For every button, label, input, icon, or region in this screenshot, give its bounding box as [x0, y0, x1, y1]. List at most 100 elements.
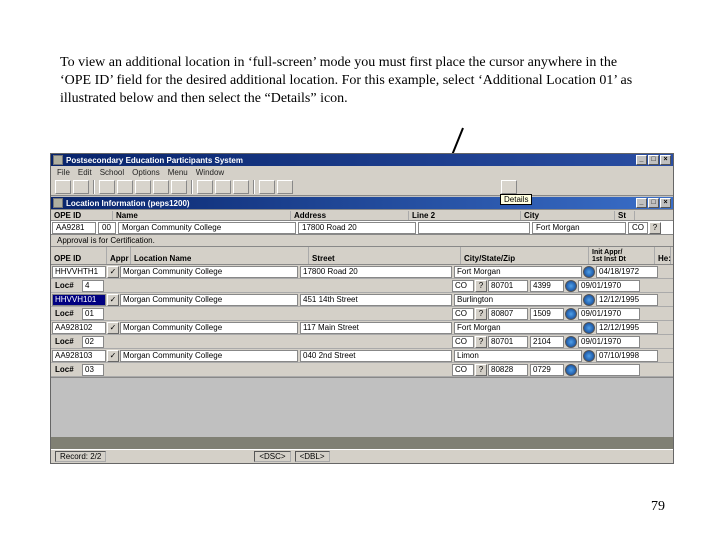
toolbar-btn-2[interactable] — [73, 180, 89, 194]
globe-icon[interactable] — [583, 266, 595, 278]
loc-number-field[interactable]: 01 — [82, 308, 104, 320]
menu-edit[interactable]: Edit — [78, 168, 92, 177]
zip-lookup-button[interactable]: ? — [649, 222, 661, 234]
zip2-field[interactable]: 4399 — [530, 280, 564, 292]
state-field[interactable]: CO — [452, 280, 474, 292]
globe-icon-2[interactable] — [565, 280, 577, 292]
init-appr-date[interactable]: 07/10/1998 — [596, 350, 658, 362]
globe-icon-2[interactable] — [565, 308, 577, 320]
zip2-field[interactable]: 1509 — [530, 308, 564, 320]
city-field[interactable]: Fort Morgan — [454, 266, 582, 278]
ope-id-field[interactable]: HHVVHTH1 — [52, 266, 106, 278]
zip-help-button[interactable]: ? — [475, 280, 487, 292]
toolbar-btn-1[interactable] — [55, 180, 71, 194]
init-appr-date[interactable]: 12/12/1995 — [596, 294, 658, 306]
top-branch[interactable]: 00 — [98, 222, 116, 234]
top-line2[interactable] — [418, 222, 530, 234]
loc-label: Loc# — [52, 280, 80, 292]
location-name-field[interactable]: Morgan Community College — [120, 294, 298, 306]
col-name: Name — [113, 211, 291, 220]
street-field[interactable]: 17800 Road 20 — [300, 266, 452, 278]
subcol-date: Init Appr/ 1st Inst Dt — [589, 247, 655, 264]
inst-date-field[interactable]: 09/01/1970 — [578, 336, 640, 348]
inst-date-field[interactable] — [578, 364, 640, 376]
location-name-field[interactable]: Morgan Community College — [120, 350, 298, 362]
loc-number-field[interactable]: 03 — [82, 364, 104, 376]
city-field[interactable]: Burlington — [454, 294, 582, 306]
toolbar-btn-11[interactable] — [259, 180, 275, 194]
street-field[interactable]: 451 14th Street — [300, 294, 452, 306]
zip1-field[interactable]: 80701 — [488, 336, 528, 348]
zip1-field[interactable]: 80828 — [488, 364, 528, 376]
close-button[interactable]: × — [660, 155, 671, 165]
globe-icon-2[interactable] — [565, 364, 577, 376]
status-mode-2: <DBL> — [295, 451, 330, 462]
location-name-field[interactable]: Morgan Community College — [120, 322, 298, 334]
globe-icon[interactable] — [583, 322, 595, 334]
minimize-button[interactable]: _ — [636, 155, 647, 165]
top-address[interactable]: 17800 Road 20 — [298, 222, 416, 234]
location-name-field[interactable]: Morgan Community College — [120, 266, 298, 278]
menu-menu[interactable]: Menu — [168, 168, 188, 177]
toolbar-btn-9[interactable] — [215, 180, 231, 194]
top-name[interactable]: Morgan Community College — [118, 222, 296, 234]
details-button[interactable]: Details — [501, 180, 517, 194]
globe-icon[interactable] — [583, 294, 595, 306]
app-sysmenu-icon[interactable] — [53, 155, 63, 165]
toolbar-btn-6[interactable] — [153, 180, 169, 194]
top-ope[interactable]: AA9281 — [52, 222, 96, 234]
toolbar-btn-3[interactable] — [99, 180, 115, 194]
zip-help-button[interactable]: ? — [475, 336, 487, 348]
city-field[interactable]: Fort Morgan — [454, 322, 582, 334]
state-field[interactable]: CO — [452, 336, 474, 348]
ope-id-field[interactable]: AA928103 — [52, 350, 106, 362]
doc-minimize-button[interactable]: _ — [636, 198, 647, 208]
menu-school[interactable]: School — [100, 168, 124, 177]
doc-close-button[interactable]: × — [660, 198, 671, 208]
maximize-button[interactable]: □ — [648, 155, 659, 165]
zip2-field[interactable]: 0729 — [530, 364, 564, 376]
zip1-field[interactable]: 80807 — [488, 308, 528, 320]
init-appr-date[interactable]: 04/18/1972 — [596, 266, 658, 278]
init-appr-date[interactable]: 12/12/1995 — [596, 322, 658, 334]
street-field[interactable]: 040 2nd Street — [300, 350, 452, 362]
ope-id-field[interactable]: HHVVH101 — [52, 294, 106, 306]
toolbar-btn-7[interactable] — [171, 180, 187, 194]
inst-date-field[interactable]: 09/01/1970 — [578, 280, 640, 292]
toolbar-btn-8[interactable] — [197, 180, 213, 194]
appr-checkbox[interactable]: ✓ — [107, 322, 119, 334]
zip2-field[interactable]: 2104 — [530, 336, 564, 348]
inst-date-field[interactable]: 09/01/1970 — [578, 308, 640, 320]
loc-number-field[interactable]: 02 — [82, 336, 104, 348]
col-ope: OPE ID — [51, 211, 113, 220]
menu-file[interactable]: File — [57, 168, 70, 177]
menu-window[interactable]: Window — [196, 168, 224, 177]
subcol-appr: Appr — [107, 247, 131, 264]
loc-number-field[interactable]: 4 — [82, 280, 104, 292]
doc-title: Location Information (peps1200) — [66, 199, 190, 208]
top-city[interactable]: Fort Morgan — [532, 222, 626, 234]
menu-options[interactable]: Options — [132, 168, 160, 177]
doc-maximize-button[interactable]: □ — [648, 198, 659, 208]
toolbar-btn-12[interactable] — [277, 180, 293, 194]
street-field[interactable]: 117 Main Street — [300, 322, 452, 334]
toolbar-btn-5[interactable] — [135, 180, 151, 194]
toolbar-btn-10[interactable] — [233, 180, 249, 194]
top-state[interactable]: CO — [628, 222, 648, 234]
city-field[interactable]: Limon — [454, 350, 582, 362]
globe-icon[interactable] — [583, 350, 595, 362]
appr-checkbox[interactable]: ✓ — [107, 266, 119, 278]
appr-checkbox[interactable]: ✓ — [107, 294, 119, 306]
toolbar-btn-4[interactable] — [117, 180, 133, 194]
state-field[interactable]: CO — [452, 308, 474, 320]
globe-icon-2[interactable] — [565, 336, 577, 348]
state-field[interactable]: CO — [452, 364, 474, 376]
subcol-street: Street — [309, 247, 461, 264]
zip1-field[interactable]: 80701 — [488, 280, 528, 292]
zip-help-button[interactable]: ? — [475, 308, 487, 320]
doc-sysmenu-icon[interactable] — [53, 198, 63, 208]
status-record: Record: 2/2 — [55, 451, 106, 462]
zip-help-button[interactable]: ? — [475, 364, 487, 376]
ope-id-field[interactable]: AA928102 — [52, 322, 106, 334]
appr-checkbox[interactable]: ✓ — [107, 350, 119, 362]
